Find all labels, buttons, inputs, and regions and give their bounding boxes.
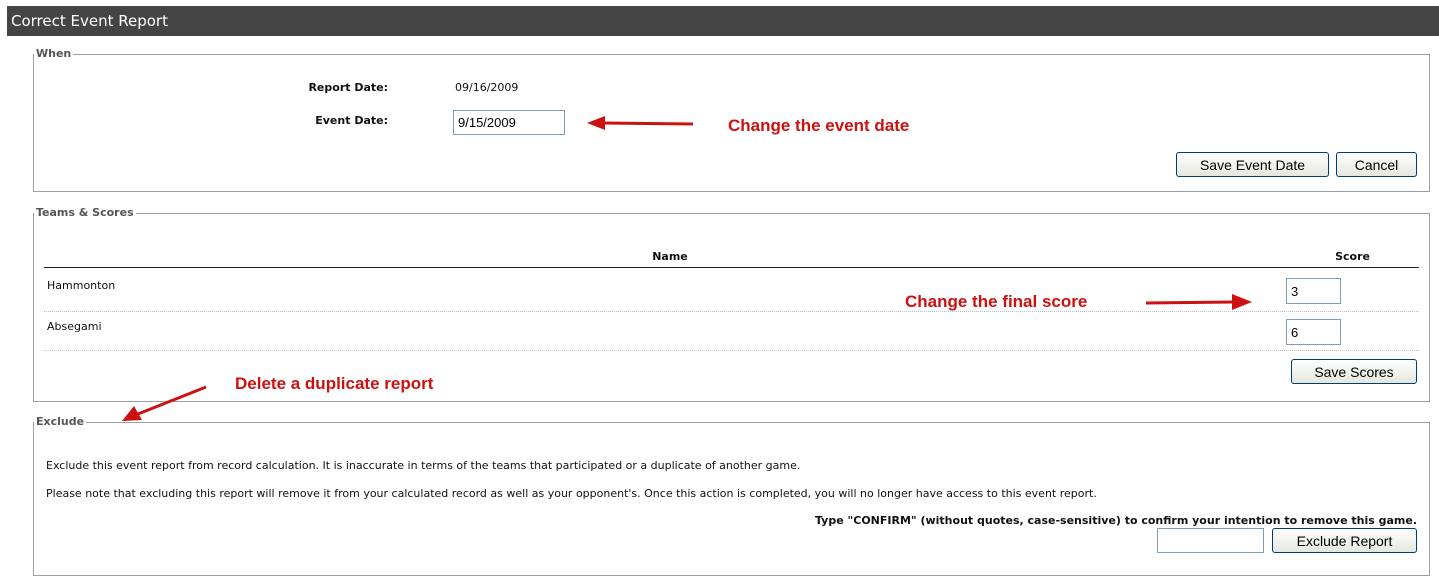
team-row-name: Hammonton xyxy=(47,279,116,292)
row-divider xyxy=(44,350,1419,351)
exclude-report-button[interactable]: Exclude Report xyxy=(1272,528,1417,553)
cancel-button[interactable]: Cancel xyxy=(1336,152,1417,177)
window-title-bar: Correct Event Report xyxy=(7,6,1439,36)
exclude-note: Please note that excluding this report w… xyxy=(46,487,1097,500)
report-date-value: 09/16/2009 xyxy=(455,81,519,94)
column-header-name: Name xyxy=(652,250,688,263)
table-header-rule xyxy=(44,267,1419,268)
event-date-input[interactable] xyxy=(453,110,565,135)
exclude-legend: Exclude xyxy=(36,415,85,428)
score-input-team-1[interactable] xyxy=(1286,278,1341,304)
window-title: Correct Event Report xyxy=(11,12,168,30)
annotation-event-date: Change the event date xyxy=(728,116,910,135)
save-scores-button[interactable]: Save Scores xyxy=(1291,359,1417,384)
when-legend: When xyxy=(36,47,72,60)
teams-legend: Teams & Scores xyxy=(36,206,134,219)
save-event-date-button[interactable]: Save Event Date xyxy=(1176,152,1329,177)
arrow-event-date-icon xyxy=(587,116,694,130)
report-date-label: Report Date: xyxy=(308,81,388,94)
score-input-team-2[interactable] xyxy=(1286,319,1341,345)
arrow-final-score-icon xyxy=(1145,294,1252,310)
annotation-final-score: Change the final score xyxy=(905,292,1088,311)
confirm-instruction: Type "CONFIRM" (without quotes, case-sen… xyxy=(814,514,1417,527)
team-row-name: Absegami xyxy=(47,320,102,333)
exclude-description: Exclude this event report from record ca… xyxy=(46,459,801,472)
column-header-score: Score xyxy=(1335,250,1370,263)
event-date-label: Event Date: xyxy=(315,114,388,127)
confirm-input[interactable] xyxy=(1157,528,1264,553)
annotation-duplicate: Delete a duplicate report xyxy=(235,374,434,393)
